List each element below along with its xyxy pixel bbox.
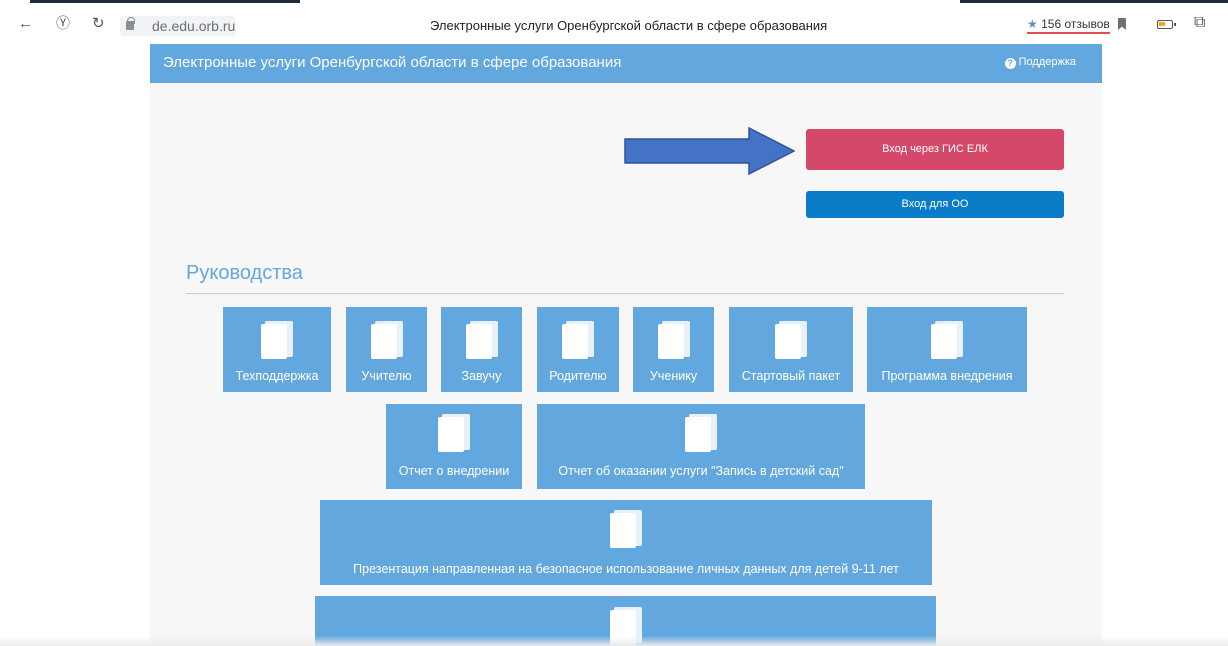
section-title: Руководства <box>186 262 303 284</box>
help-icon: ? <box>1004 58 1016 69</box>
lock-icon <box>126 17 135 30</box>
login-oo-button[interactable]: Вход для ОО <box>806 191 1064 218</box>
back-icon[interactable]: ← <box>18 14 33 34</box>
document-icon <box>775 321 807 359</box>
document-icon <box>610 510 642 548</box>
guide-tile-label: Отчет об оказании услуги "Запись в детск… <box>558 464 844 478</box>
guide-tile-support[interactable]: Техподдержка <box>223 307 331 392</box>
page-content: Электронные услуги Оренбургской области … <box>150 44 1102 646</box>
guide-tile-label: Отчет о внедрении <box>398 464 510 478</box>
document-icon <box>931 321 963 359</box>
guide-tile-label: Ученику <box>649 369 698 383</box>
address-bar[interactable]: de.edu.orb.ru <box>120 16 236 36</box>
bottom-edge <box>0 636 1228 646</box>
section-divider <box>186 293 1064 294</box>
document-icon <box>465 321 498 359</box>
document-icon <box>657 321 690 359</box>
url-text: de.edu.orb.ru <box>152 18 236 34</box>
guide-tile-student[interactable]: Ученику <box>633 307 714 392</box>
reload-icon[interactable]: ↻ <box>92 14 105 34</box>
guide-tile-label: Родителю <box>549 369 607 383</box>
document-icon <box>261 321 293 359</box>
document-icon <box>438 414 470 452</box>
document-icon <box>562 321 594 359</box>
guide-tile-label: Завучу <box>461 369 502 383</box>
browser-toolbar: ← Ⓨ ↻ de.edu.orb.ru Электронные услуги О… <box>0 4 1228 44</box>
guide-tile-label: Учителю <box>361 369 412 383</box>
bookmark-icon[interactable] <box>1118 18 1126 30</box>
document-icon <box>370 321 403 359</box>
guide-tile-starter-pack[interactable]: Стартовый пакет <box>729 307 853 392</box>
site-title: Электронные услуги Оренбургской области … <box>163 54 622 71</box>
screen: ← Ⓨ ↻ de.edu.orb.ru Электронные услуги О… <box>0 0 1228 646</box>
support-link[interactable]: ? Поддержка <box>1004 56 1076 69</box>
guide-tile-head-teacher[interactable]: Завучу <box>441 307 522 392</box>
reviews-link[interactable]: ★ 156 отзывов <box>1027 17 1110 34</box>
star-icon: ★ <box>1027 17 1038 31</box>
top-strip-segment <box>960 0 1228 3</box>
browser-tab-title: Электронные услуги Оренбургской области … <box>430 18 828 33</box>
guide-tile-data-safety-presentation[interactable]: Презентация направленная на безопасное и… <box>320 500 932 585</box>
guide-tile-rollout-report[interactable]: Отчет о внедрении <box>386 404 522 489</box>
document-icon <box>685 414 717 452</box>
arrow-icon <box>624 127 796 175</box>
reviews-count: 156 отзывов <box>1041 17 1110 31</box>
guide-tile-teacher[interactable]: Учителю <box>346 307 427 392</box>
top-strip-segment <box>30 0 300 3</box>
guide-tile-label: Стартовый пакет <box>741 369 841 383</box>
yandex-icon[interactable]: Ⓨ <box>56 13 70 33</box>
battery-icon[interactable] <box>1157 20 1176 29</box>
guide-tile-kindergarten-report[interactable]: Отчет об оказании услуги "Запись в детск… <box>537 404 865 489</box>
guide-tile-label: Программа внедрения <box>881 369 1013 383</box>
extension-icon[interactable]: ⧉ <box>1194 14 1205 32</box>
guide-tile-label: Презентация направленная на безопасное и… <box>353 562 899 576</box>
login-gis-button[interactable]: Вход через ГИС ЕЛК <box>806 129 1064 170</box>
site-header: Электронные услуги Оренбургской области … <box>150 44 1102 83</box>
support-label: Поддержка <box>1018 56 1076 68</box>
guide-tile-label: Техподдержка <box>235 369 319 383</box>
guide-tile-rollout-program[interactable]: Программа внедрения <box>867 307 1027 392</box>
guide-tile-parent[interactable]: Родителю <box>537 307 619 392</box>
